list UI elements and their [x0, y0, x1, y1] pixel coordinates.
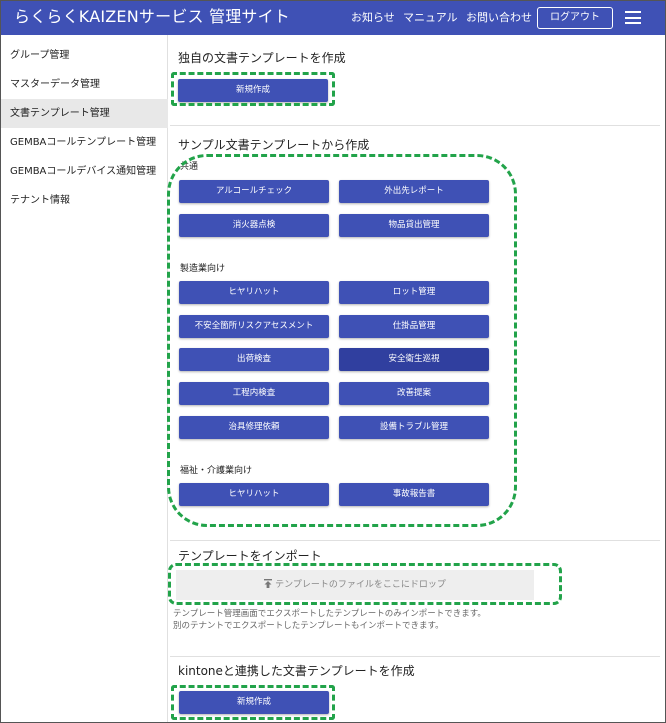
screenshot-border: [0, 0, 666, 723]
